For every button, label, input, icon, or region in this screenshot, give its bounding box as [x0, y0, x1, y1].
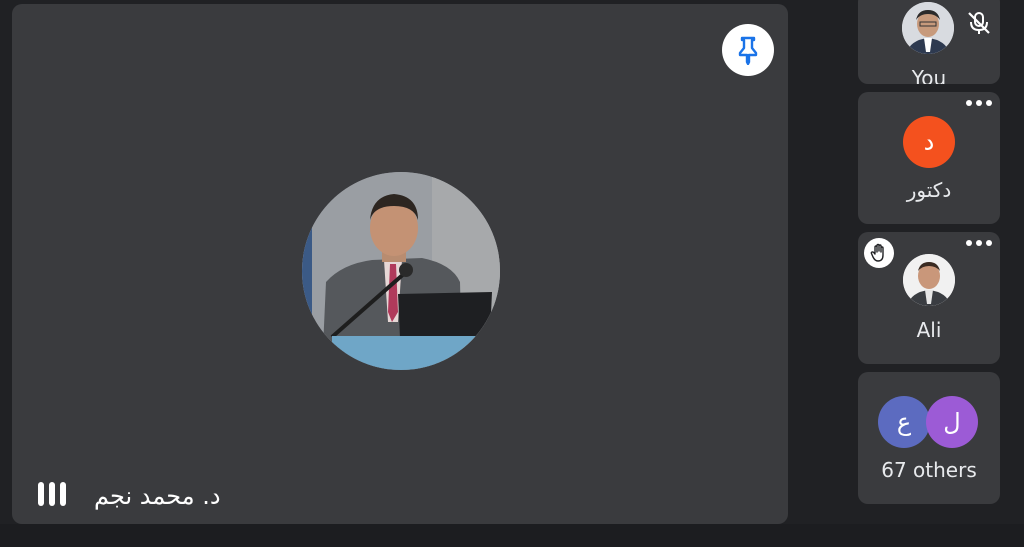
- participant-tile-you[interactable]: You: [858, 0, 1000, 84]
- participant-avatar-ali: [903, 254, 955, 306]
- participant-label-ali: Ali: [916, 318, 942, 342]
- raised-hand-icon: [864, 238, 894, 268]
- others-avatar-1: ع: [878, 396, 930, 448]
- speaker-avatar: [302, 172, 500, 370]
- bottom-bar: [0, 524, 1024, 547]
- participant-avatar-doctor: د: [903, 116, 955, 168]
- participant-tile-doctor[interactable]: د دكتور: [858, 92, 1000, 224]
- meeting-stage: د. محمد نجم You د دكتور Ali ع ل 67 other…: [0, 0, 1024, 547]
- more-horiz-icon[interactable]: [966, 240, 992, 246]
- participant-tile-ali[interactable]: Ali: [858, 232, 1000, 364]
- main-speaker-tile[interactable]: د. محمد نجم: [12, 4, 788, 524]
- participant-label-you: You: [911, 66, 947, 84]
- more-horiz-icon[interactable]: [966, 100, 992, 106]
- audio-level-icon: [38, 482, 66, 506]
- participant-avatar-you: [902, 2, 954, 54]
- pin-icon: [738, 36, 758, 65]
- others-count-label: 67 others: [881, 458, 977, 482]
- others-avatar-2: ل: [926, 396, 978, 448]
- speaker-name: د. محمد نجم: [94, 482, 221, 510]
- participant-tile-others[interactable]: ع ل 67 others: [858, 372, 1000, 504]
- mic-off-icon: [968, 12, 990, 34]
- participant-label-doctor: دكتور: [906, 178, 952, 202]
- pin-button[interactable]: [722, 24, 774, 76]
